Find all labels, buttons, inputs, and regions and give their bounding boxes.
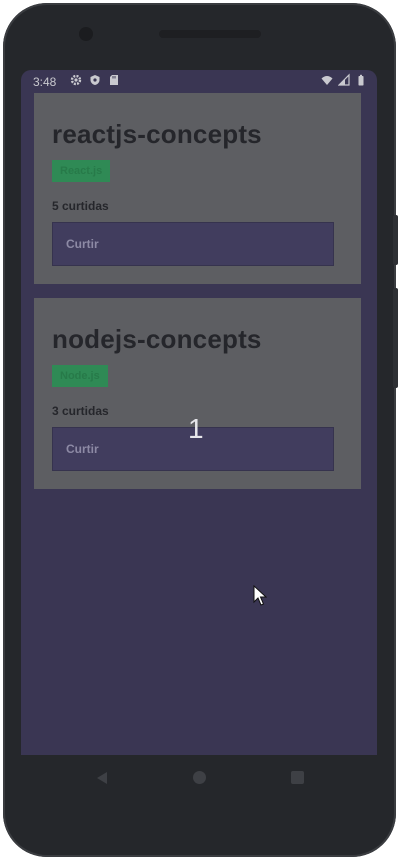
likes-count: 5 curtidas — [52, 199, 109, 213]
navigation-bar — [21, 755, 377, 801]
repository-title: reactjs-concepts — [52, 119, 262, 149]
like-button-label: Curtir — [66, 442, 99, 456]
tech-badge: React.js — [52, 160, 111, 182]
repository-card: nodejs-concepts Node.js 3 curtidas Curti… — [34, 298, 361, 489]
status-time: 3:48 — [33, 75, 57, 89]
volume-button — [393, 288, 398, 388]
back-icon[interactable] — [95, 771, 109, 785]
front-camera — [79, 27, 93, 41]
earpiece-speaker — [159, 30, 261, 38]
likes-count: 3 curtidas — [52, 404, 109, 418]
like-button-label: Curtir — [66, 237, 99, 251]
recents-icon[interactable] — [291, 771, 304, 784]
gear-icon — [70, 74, 82, 86]
power-button — [393, 215, 398, 265]
sd-card-icon — [110, 75, 118, 85]
repository-card: reactjs-concepts React.js 5 curtidas Cur… — [34, 93, 361, 284]
status-bar: 3:48 — [21, 70, 377, 92]
wifi-icon — [321, 76, 333, 85]
signal-icon — [338, 73, 350, 86]
battery-icon — [358, 74, 364, 86]
shield-icon — [90, 75, 100, 85]
status-icons-right — [321, 73, 367, 87]
home-icon[interactable] — [193, 771, 206, 784]
status-icons-left — [70, 73, 120, 87]
repository-title: nodejs-concepts — [52, 324, 262, 354]
like-button[interactable]: Curtir — [52, 222, 334, 266]
overlay-number: 1 — [188, 413, 204, 444]
mouse-cursor-icon — [253, 585, 267, 606]
tech-badge: Node.js — [52, 365, 108, 387]
